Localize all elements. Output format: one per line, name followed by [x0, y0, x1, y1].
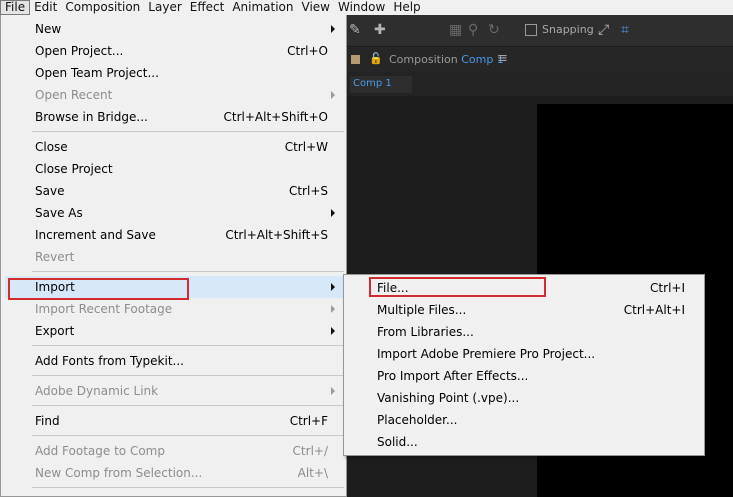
composition-label: Composition Comp 1 [389, 53, 504, 66]
panel-color-swatch [351, 55, 360, 64]
menu-item-export[interactable]: Export [5, 320, 343, 342]
menu-file[interactable]: File [0, 0, 31, 15]
menu-item-new[interactable]: New [5, 18, 343, 40]
menu-item-pro-import-after-effects[interactable]: Pro Import After Effects... [347, 365, 701, 387]
menu-separator [32, 271, 344, 272]
brush-icon[interactable]: ✎ [349, 22, 361, 38]
menu-item-from-libraries[interactable]: From Libraries... [347, 321, 701, 343]
composition-panel-header: 🔓 Composition Comp 1 ≡ [346, 46, 733, 72]
menu-edit[interactable]: Edit [30, 0, 61, 15]
menu-item-browse-in-bridge[interactable]: Browse in Bridge... Ctrl+Alt+Shift+O [5, 106, 343, 128]
import-highlight-box [8, 278, 189, 300]
file-highlight-box [369, 277, 546, 297]
shape-icon[interactable]: ▦ [449, 22, 462, 38]
import-submenu: File... Ctrl+I Multiple Files... Ctrl+Alt+… [343, 274, 705, 456]
tools-panel: ✎ ✚ ▦ ⚲ ↻ Snapping ⤢ ⌗ [346, 15, 733, 46]
menu-separator [32, 405, 344, 406]
menu-bar: File Edit Composition Layer Effect Anima… [0, 0, 733, 15]
menu-separator [32, 131, 344, 132]
menu-item-open-project[interactable]: Open Project... Ctrl+O [5, 40, 343, 62]
snapping-label: Snapping [542, 23, 594, 36]
panel-menu-icon[interactable]: ≡ [497, 51, 508, 66]
menu-animation[interactable]: Animation [228, 0, 297, 15]
lock-icon[interactable]: 🔓 [369, 52, 383, 65]
tab-comp-1[interactable]: Comp 1 [350, 76, 412, 93]
file-menu: New Open Project... Ctrl+O Open Team Proj… [0, 15, 347, 497]
menu-item-open-team-project[interactable]: Open Team Project... [5, 62, 343, 84]
menu-item-import-recent-footage: Import Recent Footage [5, 298, 343, 320]
menu-item-import-premiere-project[interactable]: Import Adobe Premiere Pro Project... [347, 343, 701, 365]
menu-window[interactable]: Window [334, 0, 389, 15]
rotate-icon[interactable]: ↻ [488, 22, 500, 38]
submenu-arrow-icon [331, 387, 335, 395]
menu-item-revert: Revert [35, 250, 75, 264]
menu-item-close-project[interactable]: Close Project [5, 158, 343, 180]
snap-grid-icon[interactable]: ⌗ [621, 22, 629, 38]
menu-item-adobe-dynamic-link: Adobe Dynamic Link [5, 380, 343, 402]
submenu-arrow-icon [331, 25, 335, 33]
menu-item-add-fonts-from-typekit[interactable]: Add Fonts from Typekit... [5, 350, 343, 372]
menu-item-add-footage-to-comp: Add Footage to Comp Ctrl+/ [35, 444, 328, 458]
snapping-checkbox[interactable] [525, 24, 537, 36]
submenu-arrow-icon [331, 91, 335, 99]
menu-help[interactable]: Help [389, 0, 424, 15]
menu-separator [32, 375, 344, 376]
menu-item-open-recent: Open Recent [5, 84, 343, 106]
puppet-icon[interactable]: ⚲ [468, 22, 478, 38]
snap-options-icon[interactable]: ⤢ [598, 22, 609, 38]
submenu-arrow-icon [331, 305, 335, 313]
menu-item-placeholder[interactable]: Placeholder... [347, 409, 701, 431]
menu-effect[interactable]: Effect [186, 0, 229, 15]
menu-layer[interactable]: Layer [144, 0, 185, 15]
menu-item-vanishing-point[interactable]: Vanishing Point (.vpe)... [347, 387, 701, 409]
menu-item-multiple-files[interactable]: Multiple Files... Ctrl+Alt+I [347, 299, 701, 321]
menu-view[interactable]: View [298, 0, 334, 15]
menu-composition[interactable]: Composition [61, 0, 144, 15]
submenu-arrow-icon [331, 209, 335, 217]
menu-item-save-as[interactable]: Save As [5, 202, 343, 224]
menu-separator [32, 435, 344, 436]
menu-item-new-comp-from-selection: New Comp from Selection... Alt+\ [35, 466, 328, 480]
submenu-arrow-icon [331, 327, 335, 335]
menu-item-find[interactable]: Find Ctrl+F [5, 410, 343, 432]
submenu-arrow-icon [331, 283, 335, 291]
pin-icon[interactable]: ✚ [374, 22, 386, 38]
composition-tab-strip: Comp 1 [346, 72, 733, 96]
menu-item-solid[interactable]: Solid... [347, 431, 701, 453]
menu-separator [32, 487, 344, 488]
menu-item-increment-and-save[interactable]: Increment and Save Ctrl+Alt+Shift+S [5, 224, 343, 246]
menu-item-close[interactable]: Close Ctrl+W [5, 136, 343, 158]
menu-item-save[interactable]: Save Ctrl+S [5, 180, 343, 202]
menu-separator [32, 345, 344, 346]
